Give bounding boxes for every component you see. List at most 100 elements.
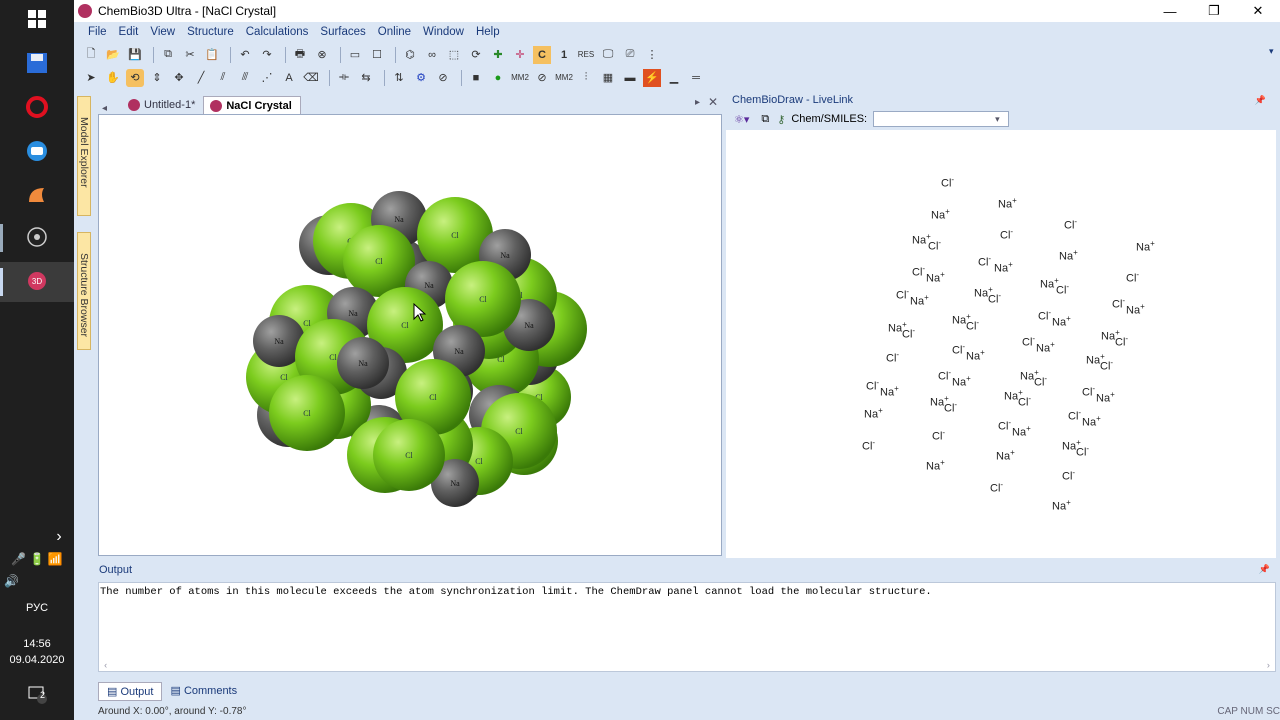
chemdraw-2d-area[interactable]: Cl- Na+ Na+ Cl- Na+ Na+ Cl- Cl- Na+ Cl- Cl- Na+ Cl- N… — [726, 130, 1276, 558]
chembio3d-app-icon[interactable]: 3D — [22, 266, 52, 296]
square-icon[interactable]: ■ — [467, 69, 485, 87]
volume-icon[interactable]: 🔊 — [0, 574, 74, 588]
structure-browser-tab[interactable]: Structure Browser — [77, 232, 91, 350]
nacl-crystal-model[interactable]: ClNaClClClNaNaNaNaClClNaClNaClNaClClClNa… — [99, 115, 721, 555]
tabs-scroll-left-icon[interactable]: ◂ — [98, 103, 122, 114]
chlorine-atom[interactable]: Cl — [373, 419, 445, 491]
scroll-right-icon[interactable]: › — [1266, 661, 1271, 671]
menu-calculations[interactable]: Calculations — [246, 26, 309, 38]
atom-color-icon[interactable]: ⚙ — [412, 69, 430, 87]
model-explorer-tab[interactable]: Model Explorer — [77, 96, 91, 216]
triple-bond-icon[interactable]: ⫻ — [236, 69, 254, 87]
menu-help[interactable]: Help — [476, 26, 500, 38]
menu-window[interactable]: Window — [423, 26, 464, 38]
smiles-dropdown-icon[interactable]: ▾ — [995, 114, 1000, 125]
residue-label-icon[interactable]: RES — [577, 46, 595, 64]
eraser-icon[interactable]: ⌫ — [302, 69, 320, 87]
stop-calc-icon[interactable]: ⊘ — [533, 69, 551, 87]
single-bond-icon[interactable]: ╱ — [192, 69, 210, 87]
redo-icon[interactable]: ↷ — [258, 46, 276, 64]
background-icon[interactable]: ▭ — [346, 46, 364, 64]
link-molecule-icon[interactable]: ⚛▾ — [734, 113, 749, 126]
zoom-icon[interactable]: ⇕ — [148, 69, 166, 87]
line-width-icon[interactable]: ═ — [687, 69, 705, 87]
hand-icon[interactable]: ✋ — [104, 69, 122, 87]
bond-tool-icon[interactable]: ⌬ — [401, 46, 419, 64]
mm2-dynamics-icon[interactable]: MM2 — [555, 69, 573, 87]
translate-icon[interactable]: ✥ — [170, 69, 188, 87]
chat-app-icon[interactable] — [22, 136, 52, 166]
ring-tool-icon[interactable]: ∞ — [423, 46, 441, 64]
maximize-button[interactable]: ❐ — [1192, 0, 1236, 22]
lightning-icon[interactable]: ⚡ — [643, 68, 661, 87]
tab-comments[interactable]: ▤ Comments — [162, 682, 245, 701]
line-style-icon[interactable]: ▁ — [665, 69, 683, 87]
cube-icon[interactable]: ⬚ — [445, 46, 463, 64]
tab-untitled-1[interactable]: Untitled-1* — [122, 96, 203, 114]
sort-icon[interactable]: ⇅ — [390, 69, 408, 87]
save-app-icon[interactable] — [22, 48, 52, 78]
windows-start-icon[interactable] — [22, 4, 52, 34]
tabs-scroll-right-icon[interactable]: ▸ — [695, 97, 700, 108]
undo-icon[interactable]: ↶ — [236, 46, 254, 64]
select-arrow-icon[interactable]: ➤ — [82, 69, 100, 87]
print-icon[interactable]: 🖶 — [291, 46, 309, 64]
tab-nacl-crystal[interactable]: NaCl Crystal — [203, 96, 301, 114]
clock-time[interactable]: 14:56 — [0, 638, 74, 650]
save-icon[interactable]: 💾 — [126, 46, 144, 64]
menu-edit[interactable]: Edit — [119, 26, 139, 38]
notifications-icon[interactable]: 2 — [0, 684, 74, 707]
pin-icon[interactable]: 📌 — [1255, 95, 1266, 106]
menu-view[interactable]: View — [150, 26, 175, 38]
clock-date[interactable]: 09.04.2020 — [0, 654, 74, 666]
new-file-icon[interactable]: 🗋 — [82, 46, 100, 64]
menu-surfaces[interactable]: Surfaces — [320, 26, 365, 38]
trackball-icon[interactable]: ⟲ — [126, 68, 144, 87]
tray-icons[interactable]: 🎤 🔋 📶 — [0, 552, 74, 566]
menu-structure[interactable]: Structure — [187, 26, 234, 38]
add-atom-icon[interactable]: ✚ — [489, 46, 507, 64]
smiles-input[interactable] — [873, 111, 1010, 127]
close-button[interactable]: ✕ — [1236, 0, 1280, 22]
minimize-button[interactable]: — — [1148, 0, 1192, 22]
rotate-model-icon[interactable]: ⟳ — [467, 46, 485, 64]
measure-icon[interactable]: ⊘ — [434, 69, 452, 87]
open-folder-icon[interactable]: 📂 — [104, 46, 122, 64]
copy-icon[interactable]: ⧉ — [159, 46, 177, 64]
chlorine-atom[interactable]: Cl — [269, 375, 345, 451]
cut-icon[interactable]: ✂ — [181, 46, 199, 64]
model-3d-view[interactable]: ClNaClClClNaNaNaNaClClNaClNaClNaClClClNa… — [98, 114, 722, 556]
language-indicator[interactable]: РУС — [0, 602, 74, 614]
chevron-right-icon[interactable]: › — [44, 522, 74, 552]
number-label-icon[interactable]: 1 — [555, 46, 573, 64]
close-tab-icon[interactable]: ✕ — [708, 95, 718, 109]
chlorine-atom[interactable]: Cl — [343, 225, 415, 297]
obs-app-icon[interactable] — [22, 222, 52, 252]
align-icon[interactable]: ⟛ — [335, 69, 353, 87]
graph-icon[interactable]: ⫶ — [577, 69, 595, 87]
copy-structure-icon[interactable]: ⧉ — [761, 113, 769, 126]
scroll-left-icon[interactable]: ‹ — [103, 661, 108, 671]
color-box-icon[interactable]: ☐ — [368, 46, 386, 64]
display-mode-icon[interactable]: ⊗ — [313, 46, 331, 64]
dashed-bond-icon[interactable]: ⋰ — [258, 69, 276, 87]
green-sphere-icon[interactable]: ● — [489, 69, 507, 87]
output-pin-icon[interactable]: 📌 — [1259, 564, 1270, 575]
surface-icon[interactable]: ▬ — [621, 69, 639, 87]
monitor-icon[interactable]: 🖵 — [599, 46, 617, 64]
orange-app-icon[interactable] — [22, 180, 52, 210]
move-atom-icon[interactable]: ✛ — [511, 46, 529, 64]
menu-file[interactable]: File — [88, 26, 107, 38]
paste-icon[interactable]: 📋 — [203, 46, 221, 64]
screen-icon[interactable]: ⎚ — [621, 46, 639, 64]
sodium-atom[interactable]: Na — [337, 337, 389, 389]
menu-online[interactable]: Online — [378, 26, 411, 38]
output-log[interactable]: The number of atoms in this molecule exc… — [98, 582, 1276, 672]
mirror-icon[interactable]: ⇆ — [357, 69, 375, 87]
tab-output[interactable]: ▤ Output — [98, 682, 163, 701]
more-icon[interactable]: ⋮ — [643, 46, 661, 64]
opera-browser-icon[interactable] — [22, 92, 52, 122]
table-icon[interactable]: ▦ — [599, 69, 617, 87]
mm2-minimize-icon[interactable]: MM2 — [511, 69, 529, 87]
carbon-label-icon[interactable]: C — [533, 45, 551, 64]
